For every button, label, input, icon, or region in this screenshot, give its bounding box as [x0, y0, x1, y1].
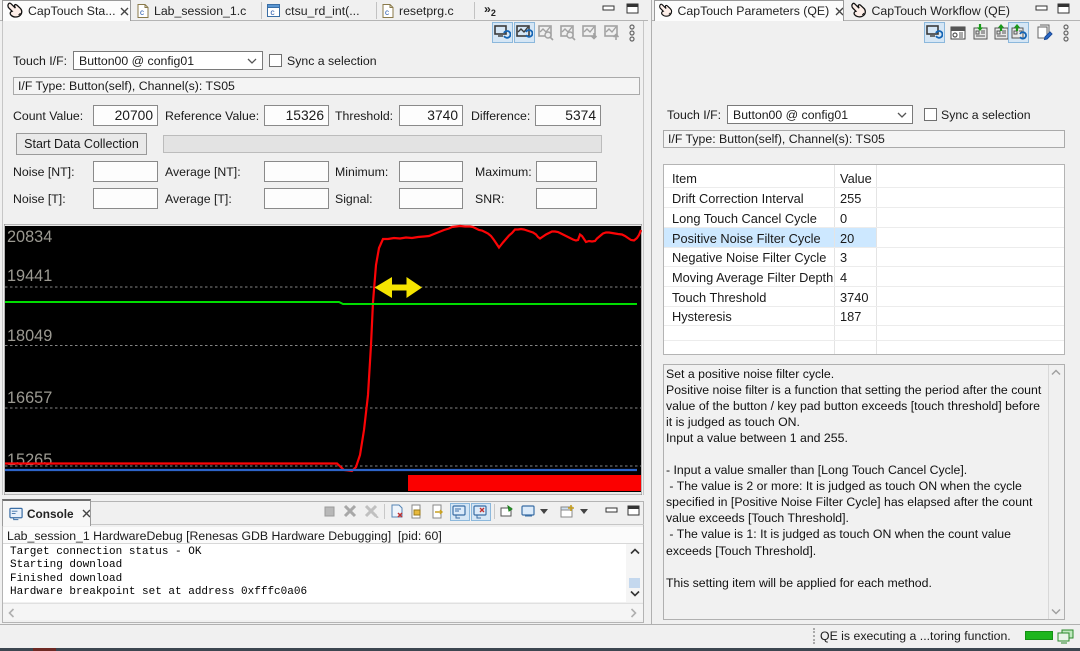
svg-text:18049: 18049: [7, 327, 52, 345]
svg-text:c: c: [140, 8, 144, 17]
svg-text:c: c: [270, 7, 275, 17]
svg-text:15265: 15265: [7, 451, 52, 469]
svg-text:c: c: [385, 8, 389, 17]
svg-text:20834: 20834: [7, 228, 52, 246]
svg-text:19441: 19441: [7, 267, 52, 285]
svg-text:16657: 16657: [7, 389, 52, 407]
